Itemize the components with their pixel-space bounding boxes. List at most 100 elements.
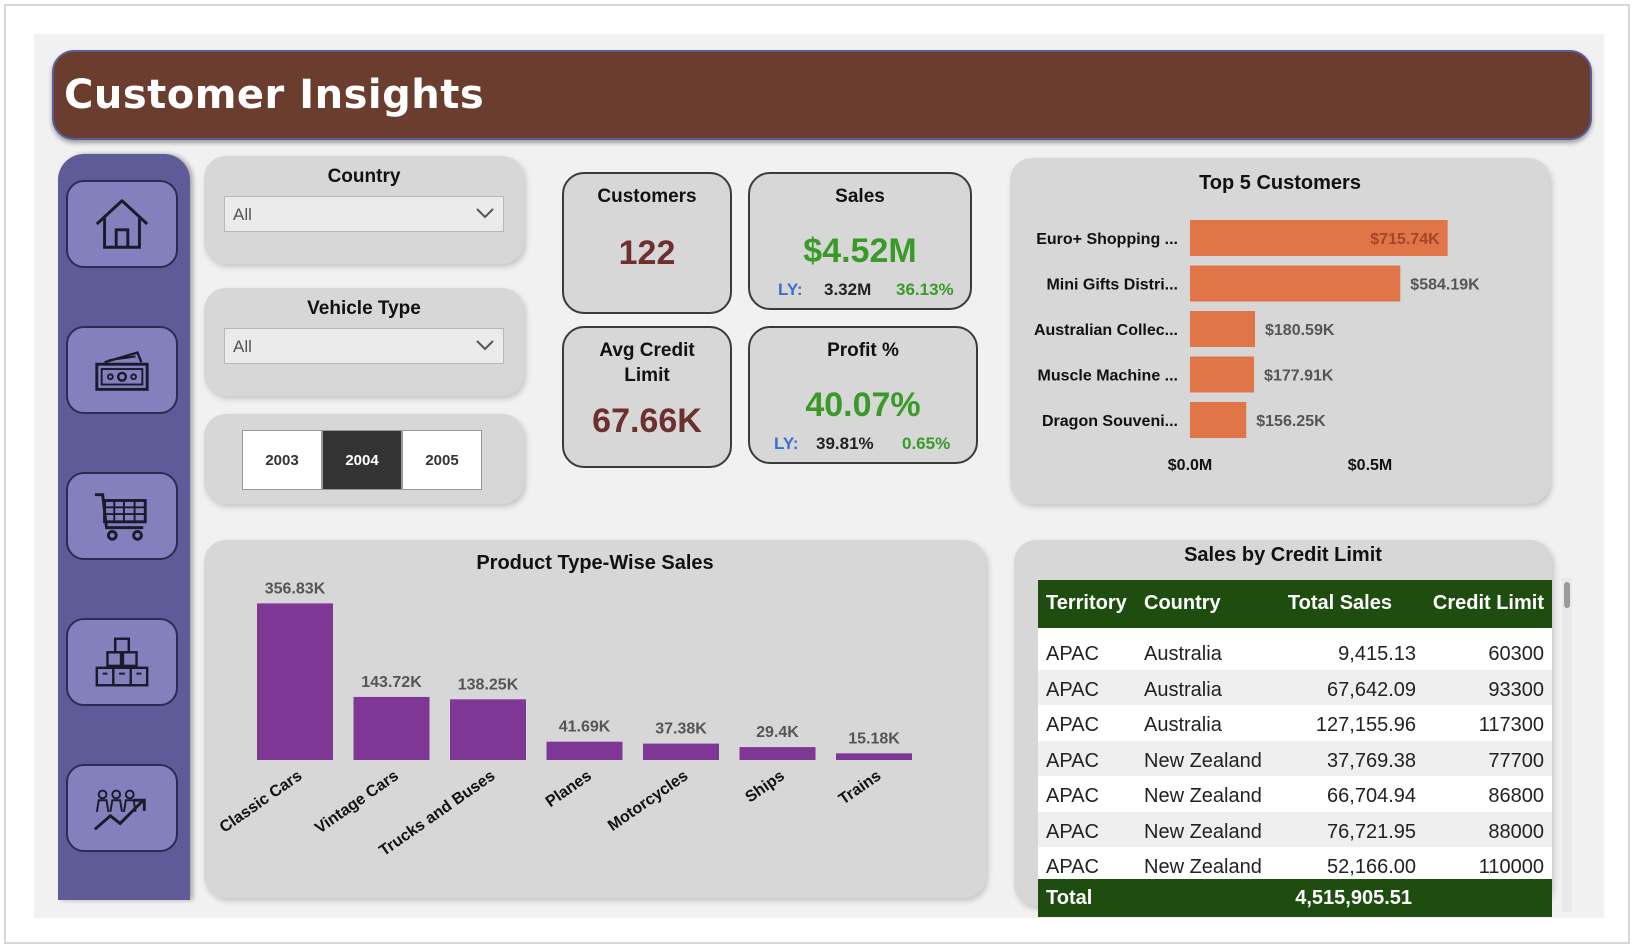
table-total-row: Total 4,515,905.51 (1038, 879, 1552, 917)
vehicle-type-dropdown[interactable]: All (224, 328, 504, 364)
year-button-2004[interactable]: 2004 (322, 430, 402, 490)
product-data-label-ships: 29.4K (756, 724, 799, 741)
profit-kpi-label: Profit % (827, 340, 899, 361)
cart-icon (94, 493, 147, 541)
customer-label-0: Euro+ Shopping ... (1036, 231, 1178, 248)
total-label: Total (1046, 887, 1093, 909)
product-data-label-planes: 41.69K (559, 719, 611, 736)
customer-data-label-1: $584.19K (1410, 277, 1480, 294)
table-row[interactable]: APAC Australia 9,415.13 60300 (1038, 634, 1552, 670)
product-bar-classic-cars[interactable] (257, 603, 333, 760)
profit-kpi-value: 40.07% (805, 386, 921, 424)
product-bar-motorcycles[interactable] (643, 743, 719, 760)
credit-limit-cell: 86800 (1488, 785, 1544, 807)
avg-credit-kpi-label-line1: Avg Credit (599, 340, 695, 361)
product-bar-trains[interactable] (836, 753, 912, 760)
top-customers-chart: Euro+ Shopping ... $715.74K Mini Gifts Dis… (1034, 220, 1480, 474)
total-sales-cell: 9,415.13 (1338, 643, 1416, 665)
total-sales-cell: 66,704.94 (1327, 785, 1416, 807)
sales-ly-value: 3.32M (824, 280, 872, 299)
customers-kpi-label: Customers (597, 186, 697, 207)
product-data-label-motorcycles: 37.38K (655, 721, 707, 738)
product-bar-vintage-cars[interactable] (353, 696, 430, 760)
product-bar-ships[interactable] (739, 747, 816, 760)
country-cell: New Zealand (1144, 820, 1262, 843)
sales-kpi-label: Sales (835, 186, 885, 207)
profit-kpi-card: Profit % 40.07% LY: 39.81% 0.65% (748, 326, 978, 464)
country-slicer: Country All (204, 156, 524, 264)
column-header-credit-limit[interactable]: Credit Limit (1433, 592, 1544, 615)
chevron-down-icon (476, 208, 494, 219)
table-row[interactable]: APAC Australia 67,642.09 93300 (1038, 669, 1552, 706)
product-sales-chart: 356.83K Classic Cars 143.72K Vintage Cars 13… (217, 580, 912, 860)
table-row[interactable]: APAC New Zealand 52,166.00 110000 (1038, 847, 1552, 883)
customer-data-label-3: $177.91K (1264, 368, 1334, 385)
product-bar-trucks-and-buses[interactable] (450, 699, 526, 760)
sidebar (58, 154, 190, 900)
column-header-country[interactable]: Country (1144, 592, 1221, 615)
nav-products-button[interactable] (66, 618, 178, 706)
table-header: Territory Country Total Sales Credit Lim… (1038, 580, 1552, 628)
nav-orders-button[interactable] (66, 472, 178, 560)
sales-kpi-value: $4.52M (803, 232, 917, 270)
table-row[interactable]: APAC New Zealand 66,704.94 86800 (1038, 776, 1552, 812)
top-customers-panel: Top 5 Customers Euro+ Shopping ... $715.7… (1010, 158, 1550, 504)
credit-limit-cell: 77700 (1488, 749, 1544, 772)
credit-limit-cell: 117300 (1478, 714, 1544, 736)
product-category-label-vintage-cars: Vintage Cars (312, 767, 402, 837)
year-button-2005[interactable]: 2005 (402, 430, 482, 490)
vehicle-type-slicer: Vehicle Type All (204, 288, 524, 396)
customer-bar-2[interactable] (1190, 311, 1256, 347)
customers-kpi-card: Customers 122 (562, 172, 732, 314)
vehicle-type-slicer-label: Vehicle Type (307, 298, 421, 319)
product-bar-planes[interactable] (546, 741, 623, 760)
nav-sales-button[interactable] (66, 326, 178, 414)
header-banner: Customer Insights (52, 50, 1592, 140)
product-data-label-trains: 15.18K (848, 730, 900, 747)
year-slicer: 2003 2004 2005 (204, 414, 524, 504)
people-growth-icon (93, 789, 146, 831)
sales-ly-label: LY: (778, 280, 803, 299)
total-sales-cell: 37,769.38 (1327, 749, 1416, 772)
product-sales-panel: Product Type-Wise Sales 356.83K Classic C… (204, 540, 986, 898)
year-button-2003[interactable]: 2003 (242, 430, 322, 490)
profit-change-value: 0.65% (902, 434, 951, 453)
page-title: Customer Insights (64, 72, 485, 118)
customers-kpi-value: 122 (618, 234, 676, 272)
customer-label-2: Australian Collec... (1034, 322, 1178, 339)
country-dropdown[interactable]: All (224, 196, 504, 232)
customer-label-1: Mini Gifts Distri... (1046, 277, 1178, 294)
column-header-total-sales[interactable]: Total Sales (1288, 592, 1392, 615)
chevron-down-icon (476, 340, 494, 351)
customer-label-3: Muscle Machine ... (1038, 368, 1178, 385)
table-body: APAC Australia 9,415.13 60300 APAC Australia 6… (1038, 628, 1552, 888)
customer-label-4: Dragon Souveni... (1042, 413, 1178, 430)
table-row[interactable]: APAC New Zealand 76,721.95 88000 (1038, 811, 1552, 848)
customer-data-label-0: $715.74K (1370, 231, 1440, 248)
home-icon (95, 199, 149, 249)
product-category-label-ships: Ships (742, 767, 788, 806)
product-data-label-vintage-cars: 143.72K (361, 674, 422, 691)
product-data-label-trucks-and-buses: 138.25K (458, 676, 519, 693)
total-sales-cell: 76,721.95 (1327, 820, 1416, 843)
country-cell: New Zealand (1144, 749, 1262, 772)
customer-bar-3[interactable] (1190, 356, 1255, 393)
table-row[interactable]: APAC New Zealand 37,769.38 77700 (1038, 740, 1552, 777)
nav-customers-button[interactable] (66, 764, 178, 852)
customer-bar-4[interactable] (1190, 402, 1247, 438)
customer-data-label-2: $180.59K (1265, 322, 1335, 339)
table-row[interactable]: APAC Australia 127,155.96 117300 (1038, 705, 1552, 741)
country-slicer-label: Country (327, 166, 401, 187)
column-header-territory[interactable]: Territory (1046, 592, 1127, 615)
total-value: 4,515,905.51 (1295, 887, 1412, 909)
territory-cell: APAC (1046, 643, 1099, 665)
customer-bar-1[interactable] (1190, 265, 1401, 302)
customer-data-label-4: $156.25K (1256, 413, 1326, 430)
table-scrollbar-track[interactable] (1562, 578, 1572, 912)
profit-ly-value: 39.81% (816, 434, 874, 453)
avg-credit-kpi-card: Avg Credit Limit 67.66K (562, 326, 732, 468)
nav-home-button[interactable] (66, 180, 178, 268)
credit-limit-cell: 110000 (1478, 856, 1544, 878)
avg-credit-kpi-value: 67.66K (592, 402, 702, 440)
table-scrollbar-thumb[interactable] (1564, 582, 1570, 608)
